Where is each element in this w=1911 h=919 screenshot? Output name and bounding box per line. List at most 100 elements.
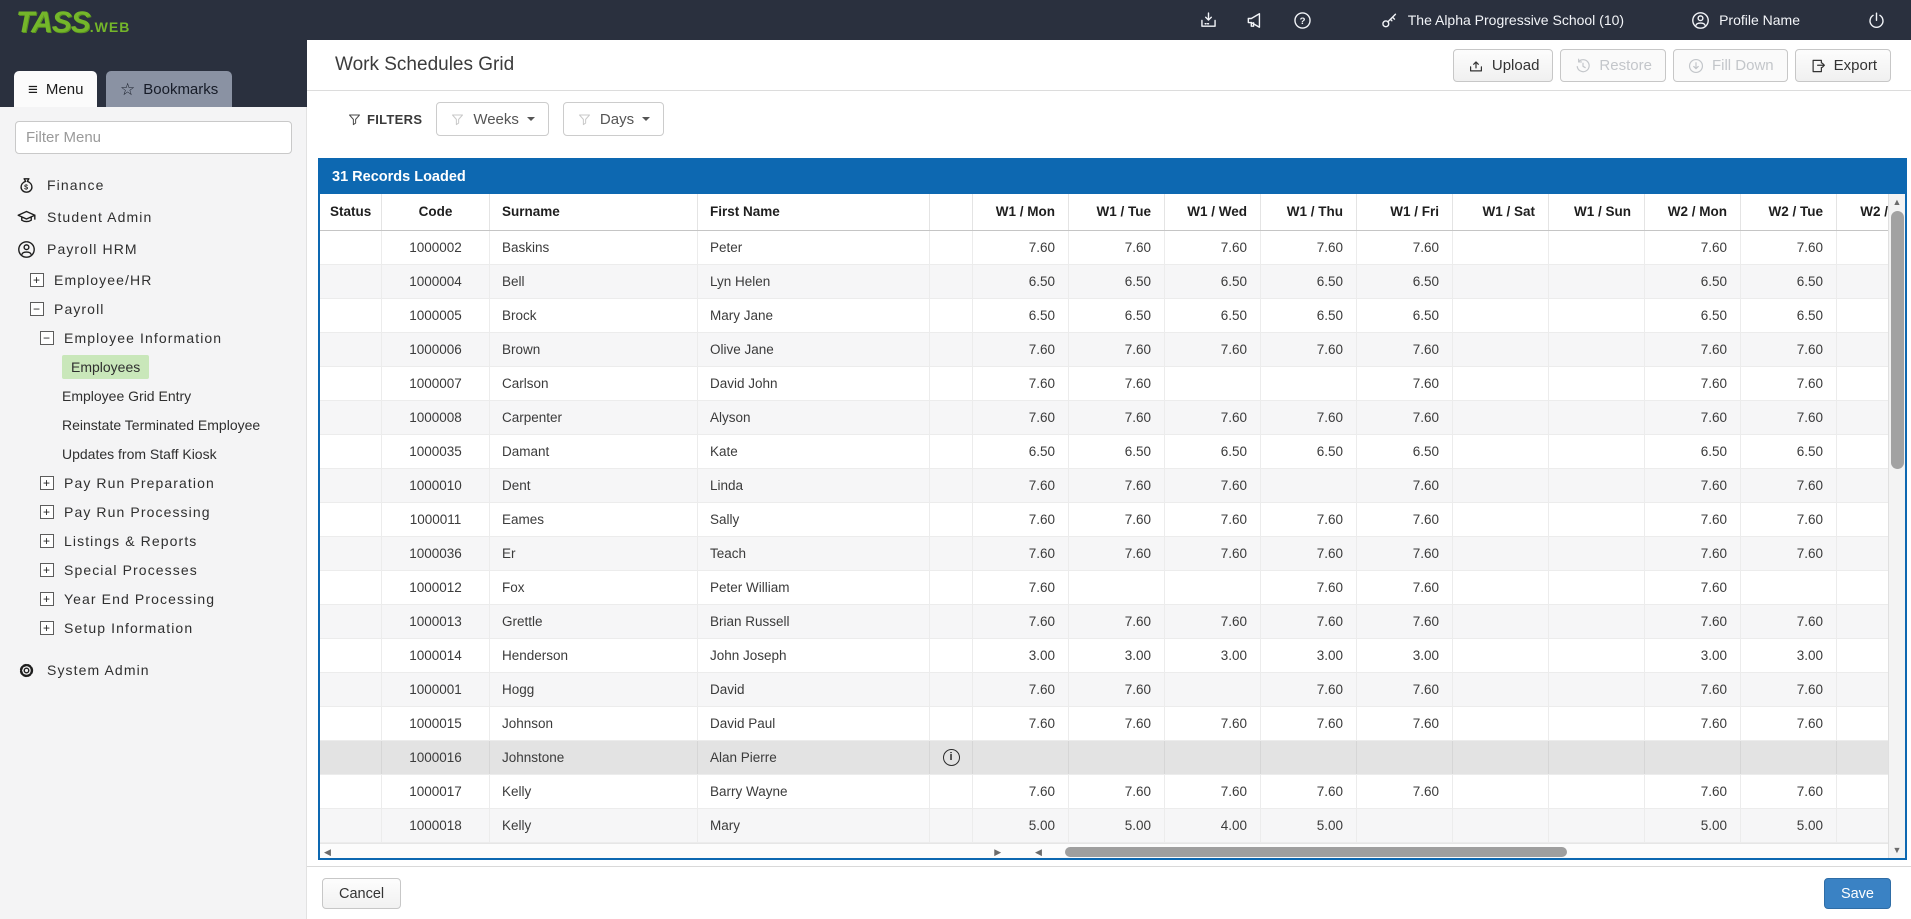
sidebar-item-payroll[interactable]: −Payroll [0, 294, 307, 323]
sidebar-item-system-admin[interactable]: System Admin [0, 654, 307, 686]
schedule-value-cell[interactable]: 6.50 [1165, 435, 1261, 468]
sidebar-item-employee-information[interactable]: −Employee Information [0, 323, 307, 352]
column-header-w1-wed[interactable]: W1 / Wed [1165, 194, 1261, 230]
sidebar-item-special-processes[interactable]: +Special Processes [0, 555, 307, 584]
schedule-value-cell[interactable]: 6.50 [1069, 435, 1165, 468]
schedule-value-cell[interactable]: 7.60 [1741, 401, 1837, 434]
column-header-w1-thu[interactable]: W1 / Thu [1261, 194, 1357, 230]
weeks-filter-dropdown[interactable]: Weeks [436, 102, 549, 136]
schedule-value-cell[interactable]: 7.60 [1645, 571, 1741, 604]
schedule-value-cell[interactable]: 6.50 [1741, 435, 1837, 468]
schedule-value-cell[interactable]: 6.50 [1069, 299, 1165, 332]
days-filter-dropdown[interactable]: Days [563, 102, 664, 136]
schedule-value-cell[interactable]: 7.60 [1357, 367, 1453, 400]
schedule-value-cell[interactable] [1453, 741, 1549, 774]
schedule-value-cell[interactable]: 7.60 [1261, 571, 1357, 604]
schedule-value-cell[interactable] [1549, 503, 1645, 536]
sidebar-item-listings-reports[interactable]: +Listings & Reports [0, 526, 307, 555]
schedule-value-cell[interactable] [1069, 741, 1165, 774]
schedule-value-cell[interactable]: 7.60 [1069, 231, 1165, 264]
schedule-value-cell[interactable]: 6.50 [1165, 299, 1261, 332]
schedule-value-cell[interactable] [1549, 435, 1645, 468]
schedule-value-cell[interactable]: 6.50 [1357, 265, 1453, 298]
schedule-value-cell[interactable] [1837, 367, 1888, 400]
schedule-value-cell[interactable]: 6.50 [1261, 265, 1357, 298]
sidebar-item-setup-information[interactable]: +Setup Information [0, 613, 307, 642]
schedule-value-cell[interactable]: 7.60 [1741, 503, 1837, 536]
schedule-value-cell[interactable]: 7.60 [1645, 707, 1741, 740]
schedule-value-cell[interactable]: 4.00 [1165, 809, 1261, 842]
schedule-value-cell[interactable]: 7.60 [1357, 537, 1453, 570]
schedule-value-cell[interactable]: 7.60 [1165, 503, 1261, 536]
schedule-value-cell[interactable]: 7.60 [1069, 333, 1165, 366]
schedule-value-cell[interactable]: 7.60 [1069, 673, 1165, 706]
schedule-value-cell[interactable]: 7.60 [973, 401, 1069, 434]
schedule-value-cell[interactable]: 7.60 [1357, 775, 1453, 808]
restore-button[interactable]: Restore [1560, 49, 1666, 82]
schedule-value-cell[interactable] [1549, 571, 1645, 604]
scroll-right-icon[interactable]: ▶ [994, 846, 1001, 858]
schedule-value-cell[interactable] [1453, 537, 1549, 570]
tab-bookmarks[interactable]: ☆ Bookmarks [106, 71, 232, 107]
schedule-value-cell[interactable] [1549, 605, 1645, 638]
save-button[interactable]: Save [1824, 878, 1891, 909]
schedule-value-cell[interactable]: 6.50 [1741, 265, 1837, 298]
sidebar-item-student-admin[interactable]: Student Admin [0, 201, 307, 233]
schedule-value-cell[interactable]: 6.50 [973, 299, 1069, 332]
schedule-value-cell[interactable]: 7.60 [1165, 775, 1261, 808]
schedule-value-cell[interactable]: 7.60 [1357, 605, 1453, 638]
schedule-value-cell[interactable]: 7.60 [1741, 707, 1837, 740]
grid-row-1000011[interactable]: 1000011EamesSally7.607.607.607.607.607.6… [320, 503, 1888, 537]
sidebar-item-finance[interactable]: $Finance [0, 169, 307, 201]
scroll-left-icon[interactable]: ◀ [324, 846, 331, 858]
schedule-value-cell[interactable] [1549, 333, 1645, 366]
schedule-value-cell[interactable]: 7.60 [1645, 231, 1741, 264]
grid-row-1000017[interactable]: 1000017KellyBarry Wayne7.607.607.607.607… [320, 775, 1888, 809]
schedule-value-cell[interactable] [1453, 401, 1549, 434]
schedule-value-cell[interactable] [1453, 367, 1549, 400]
schedule-value-cell[interactable] [1837, 401, 1888, 434]
schedule-value-cell[interactable]: 7.60 [1069, 469, 1165, 502]
schedule-value-cell[interactable] [1453, 605, 1549, 638]
export-button[interactable]: Export [1795, 49, 1891, 82]
h-scrollbar-thumb[interactable] [1065, 847, 1567, 857]
grid-row-1000016[interactable]: 1000016JohnstoneAlan Pierrei [320, 741, 1888, 775]
schedule-value-cell[interactable] [1453, 469, 1549, 502]
schedule-value-cell[interactable] [1837, 809, 1888, 842]
schedule-value-cell[interactable]: 7.60 [1645, 367, 1741, 400]
schedule-value-cell[interactable]: 7.60 [1741, 537, 1837, 570]
expand-icon[interactable]: + [40, 534, 54, 548]
grid-row-1000012[interactable]: 1000012FoxPeter William7.607.607.607.60 [320, 571, 1888, 605]
schedule-value-cell[interactable] [1453, 299, 1549, 332]
schedule-value-cell[interactable] [1549, 775, 1645, 808]
schedule-value-cell[interactable]: 3.00 [973, 639, 1069, 672]
schedule-value-cell[interactable] [1837, 639, 1888, 672]
schedule-value-cell[interactable]: 7.60 [1741, 333, 1837, 366]
schedule-value-cell[interactable] [1741, 571, 1837, 604]
schedule-value-cell[interactable]: 7.60 [1357, 707, 1453, 740]
schedule-value-cell[interactable]: 7.60 [1261, 775, 1357, 808]
schedule-value-cell[interactable]: 6.50 [1165, 265, 1261, 298]
schedule-value-cell[interactable] [1549, 673, 1645, 706]
schedule-value-cell[interactable]: 7.60 [1645, 775, 1741, 808]
schedule-value-cell[interactable]: 7.60 [1357, 503, 1453, 536]
schedule-value-cell[interactable]: 5.00 [1261, 809, 1357, 842]
schedule-value-cell[interactable]: 7.60 [1165, 537, 1261, 570]
sidebar-item-employee-grid-entry[interactable]: Employee Grid Entry [0, 381, 307, 410]
schedule-value-cell[interactable]: 5.00 [1741, 809, 1837, 842]
schedule-value-cell[interactable]: 7.60 [1741, 367, 1837, 400]
sidebar-item-updates-from-staff-kiosk[interactable]: Updates from Staff Kiosk [0, 439, 307, 468]
schedule-value-cell[interactable] [1549, 401, 1645, 434]
schedule-value-cell[interactable]: 7.60 [1261, 673, 1357, 706]
schedule-value-cell[interactable]: 7.60 [973, 775, 1069, 808]
schedule-value-cell[interactable] [1837, 707, 1888, 740]
schedule-value-cell[interactable] [1549, 265, 1645, 298]
schedule-value-cell[interactable]: 7.60 [973, 333, 1069, 366]
grid-row-1000013[interactable]: 1000013GrettleBrian Russell7.607.607.607… [320, 605, 1888, 639]
schedule-value-cell[interactable]: 7.60 [1357, 571, 1453, 604]
schedule-value-cell[interactable]: 3.00 [1069, 639, 1165, 672]
schedule-value-cell[interactable]: 7.60 [1069, 605, 1165, 638]
schedule-value-cell[interactable]: 7.60 [973, 231, 1069, 264]
schedule-value-cell[interactable]: 6.50 [1645, 265, 1741, 298]
column-header-w1-mon[interactable]: W1 / Mon [973, 194, 1069, 230]
